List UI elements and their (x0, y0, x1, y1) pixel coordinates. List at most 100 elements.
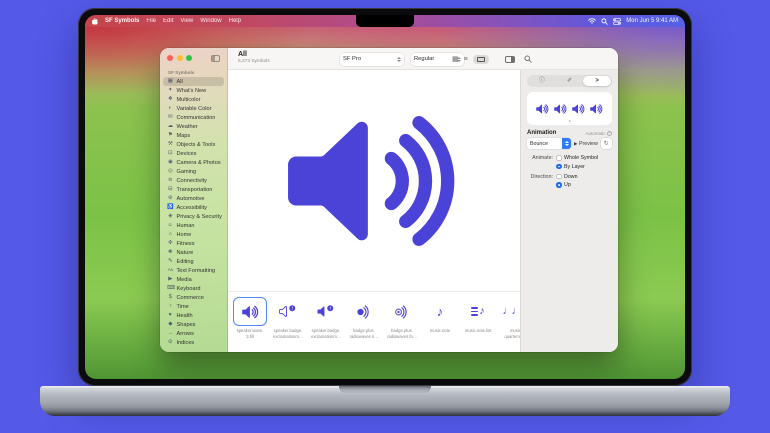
thumbnail-badge-plus-radiowaves-dot[interactable]: badge.plus.radiowaves.fo… (385, 297, 419, 352)
menu-items: File Edit View Window Help (146, 18, 241, 24)
symbol-count: 5,273 Symbols (238, 59, 270, 64)
inspector-toggle-icon[interactable] (502, 52, 517, 66)
sidebar-item-gaming[interactable]: ◎Gaming (163, 167, 224, 176)
sidebar-item-multicolor[interactable]: ❖Multicolor (163, 95, 224, 104)
menu-view[interactable]: View (180, 18, 193, 24)
animation-tab[interactable]: > (583, 76, 611, 86)
sidebar-item-privacy-security[interactable]: ◈Privacy & Security (163, 212, 224, 221)
menu-app-name[interactable]: SF Symbols (105, 18, 139, 24)
effect-popup[interactable]: Bounce (527, 138, 571, 149)
sidebar-item-what-s-new[interactable]: ✦What's New (163, 86, 224, 95)
sidebar-item-label: Maps (177, 133, 191, 139)
sidebar-item-label: Text Formatting (177, 268, 216, 274)
accessibility-icon: ♿ (167, 205, 174, 210)
sidebar-item-camera-photos[interactable]: ◉Camera & Photos (163, 158, 224, 167)
sidebar-item-home[interactable]: ⌂Home (163, 230, 224, 239)
list-view-icon[interactable]: ≡ (464, 56, 468, 63)
sidebar-item-objects-tools[interactable]: ⚒Objects & Tools (163, 140, 224, 149)
sidebar-item-connectivity[interactable]: ≋Connectivity (163, 176, 224, 185)
close-button[interactable] (167, 55, 173, 61)
zoom-button[interactable] (186, 55, 192, 61)
sidebar-item-variable-color[interactable]: ◐Variable Color (163, 104, 224, 113)
sidebar-item-accessibility[interactable]: ♿Accessibility (163, 203, 224, 212)
sidebar-item-indices[interactable]: ⊘Indices (163, 338, 224, 347)
music-note-icon: ♪ (423, 297, 457, 326)
communication-icon: ✉ (167, 115, 174, 120)
sidebar-item-keyboard[interactable]: ⌨Keyboard (163, 284, 224, 293)
lid-lift-notch (339, 386, 431, 393)
radio-icon (556, 182, 562, 188)
sidebar-item-label: Editing (177, 259, 194, 265)
health-icon: ♥ (167, 313, 174, 318)
thumbnail-music-note[interactable]: ♪music.note (423, 297, 457, 352)
sidebar-item-weather[interactable]: ☁Weather (163, 122, 224, 131)
sidebar-item-text-formatting[interactable]: AaText Formatting (163, 266, 224, 275)
thumbnail-speaker-badge-exclamation-outline[interactable]: speaker.badge.exclamationm… (271, 297, 305, 352)
text-format-icon: Aa (167, 268, 174, 272)
sidebar-item-time[interactable]: ◔Time (163, 302, 224, 311)
thumbnail-speaker-badge-exclamation-fill[interactable]: speaker.badge.exclamationm… (309, 297, 343, 352)
radio-label: Down (564, 174, 578, 180)
keyboard-icon: ⌨ (167, 286, 174, 291)
thumbnail-music-quarternote[interactable]: ♩♩♩music.quarternot… (499, 297, 520, 352)
sidebar-item-all[interactable]: ▦All (163, 77, 224, 86)
gallery-view-icon[interactable] (473, 55, 489, 64)
sidebar-item-commerce[interactable]: $Commerce (163, 293, 224, 302)
sidebar-item-media[interactable]: ▶Media (163, 275, 224, 284)
direction-option-up[interactable]: Up (556, 182, 612, 188)
font-popup[interactable]: SF Pro (340, 53, 404, 66)
sidebar-item-label: Nature (177, 250, 194, 256)
wifi-icon[interactable] (588, 18, 596, 24)
badge-plus-radiowaves-dot-icon (385, 297, 419, 326)
sidebar-item-maps[interactable]: ⚑Maps (163, 131, 224, 140)
sidebar-item-label: Commerce (177, 295, 204, 301)
automatic-label[interactable]: Automatic ? (585, 131, 612, 136)
info-icon[interactable]: ? (607, 131, 612, 136)
menu-window[interactable]: Window (200, 18, 221, 24)
sidebar-item-health[interactable]: ♥Health (163, 311, 224, 320)
direction-option-down[interactable]: Down (556, 174, 612, 180)
sidebar-item-automotive[interactable]: ⊛Automotive (163, 194, 224, 203)
devices-icon: ⊡ (167, 151, 174, 156)
minimize-button[interactable] (177, 55, 183, 61)
sidebar-item-shapes[interactable]: ◆Shapes (163, 320, 224, 329)
direction-label: Direction: (523, 174, 553, 180)
sidebar-item-nature[interactable]: ❀Nature (163, 248, 224, 257)
animate-label: Animate: (523, 155, 553, 161)
music-quarternote-icon: ♩♩♩ (499, 297, 520, 326)
control-center-icon[interactable] (613, 18, 621, 25)
sidebar-item-label: Transportation (177, 187, 213, 193)
info-tab[interactable]: ⓘ (528, 76, 556, 86)
thumbnail-speaker-wave-3-fill[interactable]: speaker.wave.3.fill (233, 297, 267, 352)
media-icon: ▶ (167, 277, 174, 282)
apple-logo-icon[interactable] (92, 18, 98, 25)
grid-view-icon[interactable]: ▦ (452, 56, 459, 63)
sidebar-item-fitness[interactable]: ✜Fitness (163, 239, 224, 248)
sidebar-item-arrows[interactable]: →Arrows (163, 329, 224, 338)
animate-options-group: Animate: Whole Symbol By Layer (523, 155, 612, 170)
preview-button[interactable]: ▶ Preview (574, 141, 598, 147)
search-icon[interactable] (601, 18, 608, 25)
repeat-button[interactable]: ↻ (601, 138, 612, 149)
thumbnail-music-note-list[interactable]: ♪music.note.list (461, 297, 495, 352)
sidebar-toggle-icon[interactable] (211, 55, 220, 62)
menu-help[interactable]: Help (229, 18, 241, 24)
radio-label: By Layer (564, 164, 585, 170)
sidebar-item-devices[interactable]: ⊡Devices (163, 149, 224, 158)
rendering-tab[interactable]: ✐ (556, 76, 584, 86)
menu-file[interactable]: File (146, 18, 156, 24)
menu-edit[interactable]: Edit (163, 18, 173, 24)
editing-icon: ✎ (167, 259, 174, 264)
sidebar-item-editing[interactable]: ✎Editing (163, 257, 224, 266)
sidebar-item-communication[interactable]: ✉Communication (163, 113, 224, 122)
popup-stepper-icon (562, 138, 571, 149)
menu-clock[interactable]: Mon Jun 5 9:41 AM (626, 18, 678, 24)
thumbnail-badge-plus-radiowaves-fill[interactable]: badge.plus.radiowaves.ri… (347, 297, 381, 352)
animate-option-by-layer[interactable]: By Layer (556, 164, 612, 170)
animate-option-whole-symbol[interactable]: Whole Symbol (556, 155, 612, 161)
sidebar-item-human[interactable]: ☺Human (163, 221, 224, 230)
human-icon: ☺ (167, 223, 174, 228)
sidebar-item-transportation[interactable]: ⊟Transportation (163, 185, 224, 194)
search-icon[interactable] (520, 52, 535, 66)
sidebar-item-label: Shapes (177, 322, 196, 328)
